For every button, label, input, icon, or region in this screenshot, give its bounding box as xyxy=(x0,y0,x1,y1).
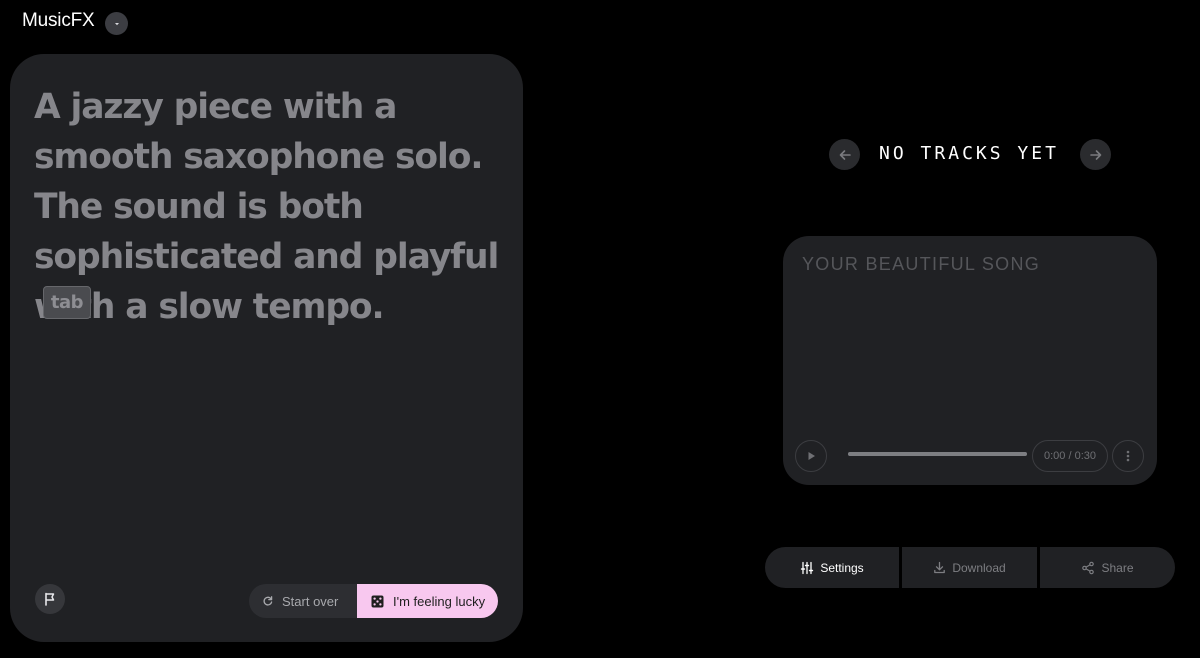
playback-progress-bar[interactable] xyxy=(848,452,1027,456)
refresh-icon xyxy=(263,596,273,606)
report-flag-button[interactable] xyxy=(35,584,65,614)
arrow-left-icon xyxy=(839,149,851,160)
download-button[interactable]: Download xyxy=(902,547,1037,588)
start-over-label: Start over xyxy=(282,593,339,609)
feeling-lucky-button[interactable]: I'm feeling lucky xyxy=(357,584,498,618)
app-menu-button[interactable] xyxy=(105,12,128,35)
share-button[interactable]: Share xyxy=(1040,547,1175,588)
sliders-icon xyxy=(801,561,814,574)
chevron-down-icon xyxy=(114,22,119,25)
tab-hint-chip[interactable]: tab xyxy=(43,286,91,319)
song-player-card: YOUR BEAUTIFUL SONG 0:00 / 0:30 xyxy=(783,236,1157,485)
more-options-button[interactable] xyxy=(1112,440,1144,472)
play-icon xyxy=(808,452,815,460)
prompt-input[interactable]: A jazzy piece with a smooth saxophone so… xyxy=(34,82,504,332)
settings-label: Settings xyxy=(820,560,864,575)
flag-icon xyxy=(45,592,55,606)
next-track-button[interactable] xyxy=(1080,139,1111,170)
arrow-right-icon xyxy=(1089,149,1101,160)
download-label: Download xyxy=(952,560,1006,575)
share-icon xyxy=(1082,561,1095,574)
more-vertical-icon xyxy=(1126,450,1130,462)
feeling-lucky-label: I'm feeling lucky xyxy=(393,593,486,609)
app-title: MusicFX xyxy=(22,10,95,31)
prompt-card: A jazzy piece with a smooth saxophone so… xyxy=(10,54,523,642)
playback-progress-fill xyxy=(848,452,1027,456)
tracks-status-label: NO TRACKS YET xyxy=(879,143,1059,164)
download-icon xyxy=(934,561,946,574)
song-actions-bar: Settings Download Share xyxy=(765,547,1175,588)
settings-button[interactable]: Settings xyxy=(765,547,899,588)
play-button[interactable] xyxy=(795,440,827,472)
song-title: YOUR BEAUTIFUL SONG xyxy=(802,254,1041,274)
dice-icon xyxy=(371,595,384,607)
previous-track-button[interactable] xyxy=(829,139,860,170)
share-label: Share xyxy=(1101,560,1134,575)
start-over-button[interactable]: Start over xyxy=(249,584,367,618)
playback-time: 0:00 / 0:30 xyxy=(1032,440,1108,472)
musicfx-app: MusicFX A jazzy piece with a smooth saxo… xyxy=(0,0,1200,658)
